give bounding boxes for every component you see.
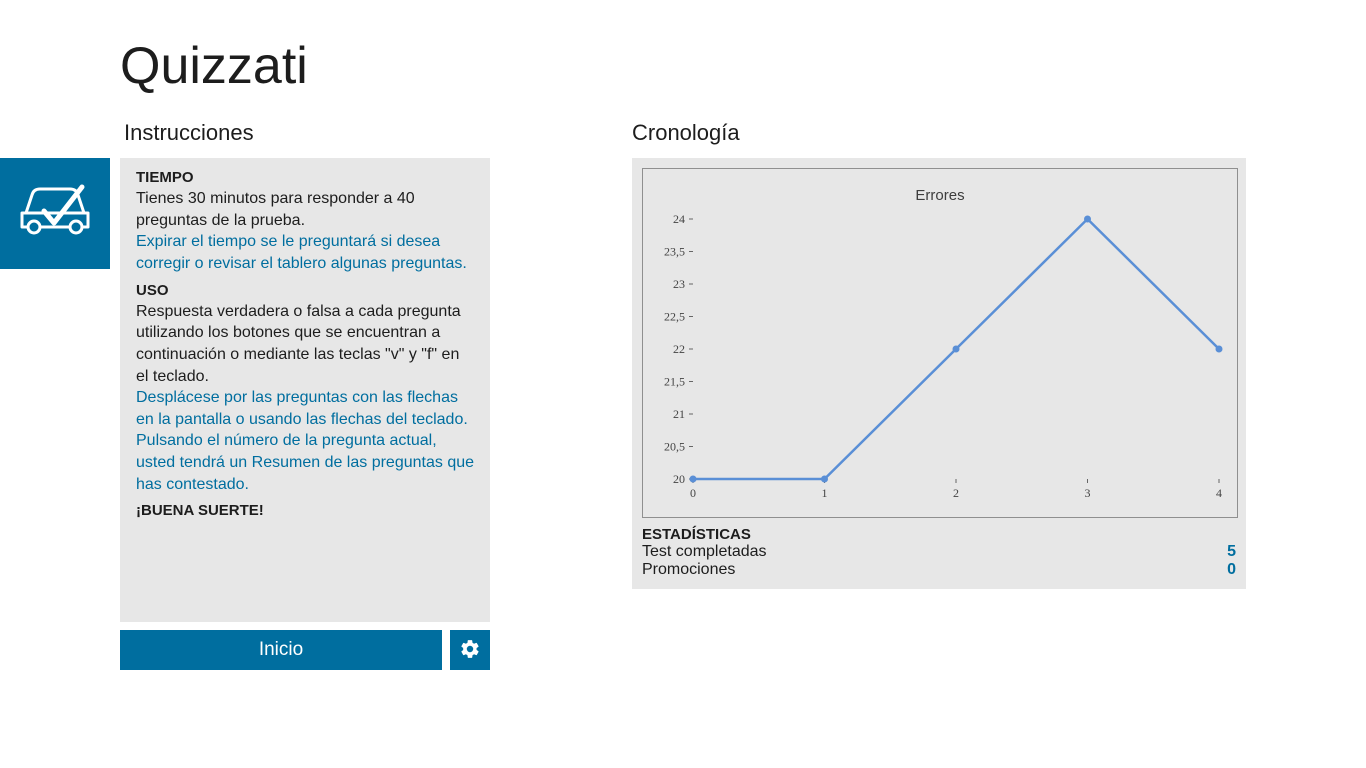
gear-icon	[459, 638, 481, 663]
svg-text:2: 2	[953, 486, 959, 500]
start-button[interactable]: Inicio	[120, 630, 442, 670]
uso-header: USO	[136, 281, 474, 301]
app-tile	[0, 158, 110, 269]
svg-text:21,5: 21,5	[664, 375, 685, 389]
settings-button[interactable]	[450, 630, 490, 670]
stat-tests-value: 5	[1227, 543, 1236, 561]
instructions-heading: Instrucciones	[120, 120, 622, 146]
car-check-icon	[16, 183, 94, 244]
app-title: Quizzati	[0, 0, 1366, 96]
uso-text-1: Respuesta verdadera o falsa a cada pregu…	[136, 301, 474, 387]
stats-header: ESTADÍSTICAS	[642, 526, 1236, 543]
good-luck-text: ¡BUENA SUERTE!	[136, 501, 474, 521]
svg-text:23,5: 23,5	[664, 245, 685, 259]
svg-text:24: 24	[673, 212, 685, 226]
svg-text:0: 0	[690, 486, 696, 500]
svg-text:23: 23	[673, 277, 685, 291]
errors-chart: Errores 2020,52121,52222,52323,52401234	[642, 168, 1238, 518]
svg-text:20,5: 20,5	[664, 440, 685, 454]
tiempo-text-2: Expirar el tiempo se le preguntará si de…	[136, 231, 474, 274]
stat-promotions-value: 0	[1227, 561, 1236, 579]
svg-text:22,5: 22,5	[664, 310, 685, 324]
uso-text-2: Desplácese por las preguntas con las fle…	[136, 387, 474, 495]
svg-text:3: 3	[1085, 486, 1091, 500]
svg-text:21: 21	[673, 407, 685, 421]
tiempo-text-1: Tienes 30 minutos para responder a 40 pr…	[136, 188, 474, 231]
chronology-heading: Cronología	[632, 120, 1246, 146]
svg-text:1: 1	[822, 486, 828, 500]
chronology-card: Errores 2020,52121,52222,52323,52401234 …	[632, 158, 1246, 589]
tiempo-header: TIEMPO	[136, 168, 474, 188]
svg-text:22: 22	[673, 342, 685, 356]
svg-text:4: 4	[1216, 486, 1222, 500]
stat-tests-label: Test completadas	[642, 543, 767, 561]
instructions-card: TIEMPO Tienes 30 minutos para responder …	[120, 158, 490, 622]
svg-text:20: 20	[673, 472, 685, 486]
stat-promotions-label: Promociones	[642, 561, 735, 579]
